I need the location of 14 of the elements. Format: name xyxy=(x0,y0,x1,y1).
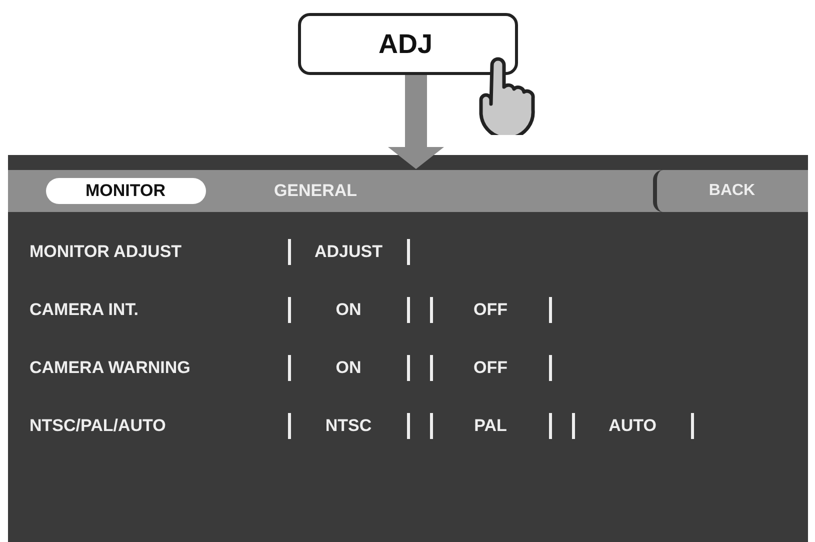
setting-label: MONITOR ADJUST xyxy=(30,242,183,262)
option-button[interactable]: AUTO xyxy=(572,413,694,439)
option-button[interactable]: OFF xyxy=(430,355,552,381)
setting-label: CAMERA WARNING xyxy=(30,358,192,378)
option-button[interactable]: NTSC xyxy=(288,413,410,439)
setting-label: NTSC/PAL/AUTO xyxy=(30,416,167,436)
option-button[interactable]: ON xyxy=(288,297,410,323)
setting-label: CAMERA INT. xyxy=(30,300,140,320)
menu-tab[interactable]: MONITOR xyxy=(46,178,206,204)
option-button[interactable]: ON xyxy=(288,355,410,381)
option-button[interactable]: ADJUST xyxy=(288,239,410,265)
adj-button[interactable]: ADJ xyxy=(298,13,518,75)
option-button[interactable]: PAL xyxy=(430,413,552,439)
option-button[interactable]: OFF xyxy=(430,297,552,323)
